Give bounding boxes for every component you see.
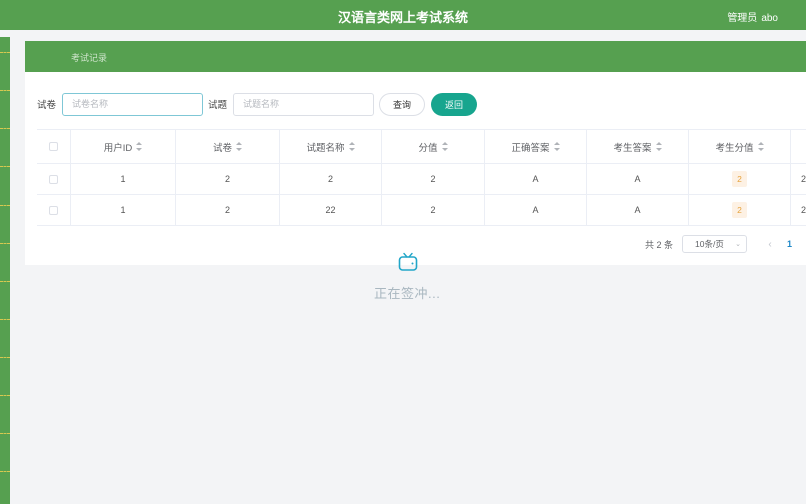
sidebar-divider [0, 471, 10, 472]
sort-icon[interactable] [348, 142, 355, 151]
header-checkbox-cell [37, 130, 71, 163]
back-button[interactable]: 返回 [431, 92, 478, 116]
column-header[interactable]: 考生答案 [587, 130, 689, 163]
table-cell: 2 [382, 164, 485, 194]
question-label: 试题 [208, 100, 228, 111]
top-bar: 汉语言类网上考试系统 管理员 abo [0, 0, 806, 30]
sort-icon[interactable] [655, 142, 662, 151]
paper-search-input[interactable] [62, 92, 204, 116]
question-search-input[interactable] [233, 92, 375, 116]
sidebar-divider [0, 281, 10, 282]
table-cell: A [485, 195, 587, 225]
overflow-cell: 2 [800, 174, 806, 184]
sort-icon[interactable] [236, 142, 242, 151]
sidebar-divider [0, 52, 10, 53]
breadcrumb: 考试记录 [25, 41, 806, 72]
sidebar-divider [0, 128, 10, 129]
pagination: 共 2 条 10条/页 ⌄ ‹ 1 [645, 235, 792, 253]
row-checkbox[interactable] [49, 174, 58, 184]
score-cell: 2 [689, 195, 791, 225]
column-header[interactable]: 正确答案 [485, 130, 587, 163]
prev-page-button[interactable]: ‹ [763, 239, 777, 250]
sidebar-divider [0, 166, 10, 167]
table-cell: 2 [382, 195, 485, 225]
sidebar-divider [0, 357, 10, 358]
column-header[interactable]: 分值 [382, 130, 485, 163]
search-form: 试卷 试题 查询 返回 [37, 92, 478, 116]
chevron-down-icon: ⌄ [735, 241, 742, 248]
tv-icon [398, 252, 418, 271]
page-number-current[interactable]: 1 [787, 239, 792, 249]
table-cell: A [587, 164, 689, 194]
column-header[interactable]: 考生分值 [689, 130, 791, 163]
query-button[interactable]: 查询 [379, 92, 426, 116]
page-size-value: 10条/页 [695, 239, 724, 249]
table-cell: 22 [280, 195, 382, 225]
sort-icon[interactable] [757, 142, 764, 151]
select-all-checkbox[interactable] [49, 142, 58, 151]
sidebar [0, 37, 10, 504]
table-cell: 2 [176, 195, 280, 225]
sidebar-divider [0, 205, 10, 206]
row-checkbox-cell [37, 164, 71, 194]
sort-icon[interactable] [136, 142, 143, 151]
table-cell: A [485, 164, 587, 194]
table-cell: A [587, 195, 689, 225]
column-header[interactable]: 试题名称 [280, 130, 382, 163]
overflow-column [791, 130, 806, 163]
table-cell: 1 [71, 164, 176, 194]
sidebar-divider [0, 433, 10, 434]
sidebar-divider [0, 395, 10, 396]
table-cell: 2 [280, 164, 382, 194]
column-header[interactable]: 用户ID [71, 130, 176, 163]
sidebar-divider [0, 319, 10, 320]
sort-icon[interactable] [553, 142, 560, 151]
table-cell: 1 [71, 195, 176, 225]
paper-label: 试卷 [37, 100, 57, 111]
page-size-select[interactable]: 10条/页 ⌄ [682, 235, 748, 253]
row-checkbox[interactable] [49, 205, 58, 215]
sidebar-divider [0, 90, 10, 91]
score-cell: 2 [689, 164, 791, 194]
column-header[interactable]: 试卷 [176, 130, 280, 163]
table-row[interactable]: 1 2 2 2 A A 2 2 [37, 164, 806, 195]
breadcrumb-current[interactable]: 考试记录 [71, 51, 107, 64]
table-row[interactable]: 1 2 22 2 A A 2 2 [37, 195, 806, 226]
sort-icon[interactable] [441, 142, 448, 151]
sidebar-divider [0, 243, 10, 244]
user-name: abo [761, 13, 778, 24]
pagination-total: 共 2 条 [645, 239, 674, 250]
overflow-cell: 2 [800, 205, 806, 215]
user-info[interactable]: 管理员 abo [727, 9, 778, 24]
table-header: 用户ID 试卷 试题名称 分值 正确答案 考生答案 考生分值 [37, 129, 806, 164]
user-role: 管理员 [727, 13, 758, 24]
score-badge: 2 [732, 202, 747, 218]
score-badge: 2 [732, 171, 747, 187]
row-checkbox-cell [37, 195, 71, 225]
loading-text: 正在签冲... [374, 286, 441, 301]
table-cell: 2 [176, 164, 280, 194]
app-title: 汉语言类网上考试系统 [337, 10, 468, 25]
content-panel: 试卷 试题 查询 返回 用户ID 试卷 试题名称 分值 正确答案 考生答案 考生… [25, 72, 806, 265]
